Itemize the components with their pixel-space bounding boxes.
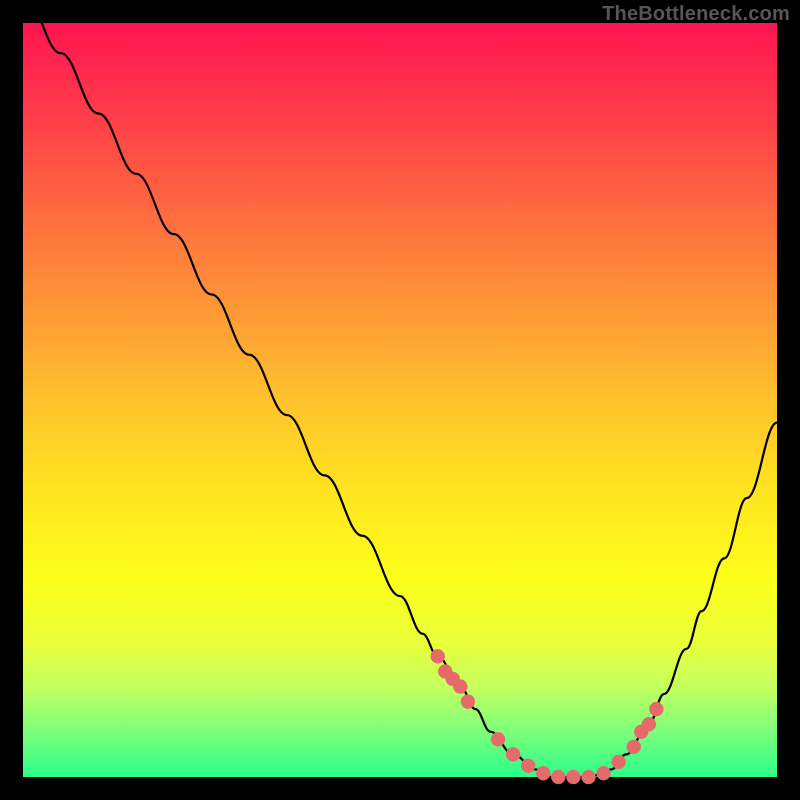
marker-point xyxy=(597,766,611,780)
watermark-text: TheBottleneck.com xyxy=(602,3,790,26)
marker-point xyxy=(649,702,663,716)
marker-group xyxy=(431,649,664,784)
marker-point xyxy=(582,770,596,784)
marker-point xyxy=(566,770,580,784)
marker-point xyxy=(521,759,535,773)
marker-point xyxy=(506,747,520,761)
marker-point xyxy=(491,732,505,746)
chart-area xyxy=(23,23,777,777)
marker-point xyxy=(627,740,641,754)
marker-point xyxy=(431,649,445,663)
marker-point xyxy=(461,695,475,709)
chart-svg xyxy=(23,23,777,777)
marker-point xyxy=(642,717,656,731)
bottleneck-curve xyxy=(23,0,777,777)
marker-point xyxy=(453,680,467,694)
marker-point xyxy=(612,755,626,769)
marker-point xyxy=(536,766,550,780)
marker-point xyxy=(551,770,565,784)
